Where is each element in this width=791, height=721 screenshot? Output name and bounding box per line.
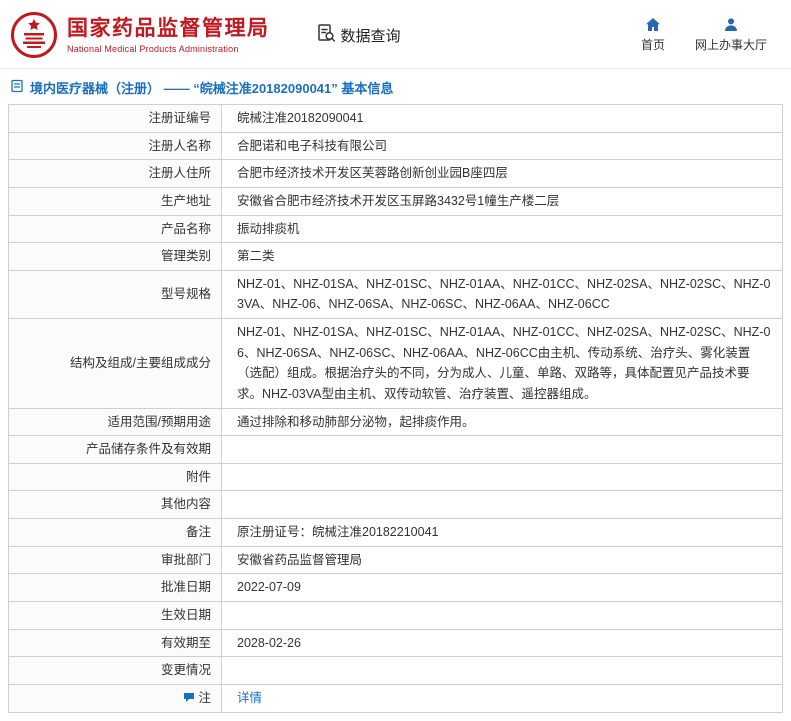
table-row: 型号规格 NHZ-01、NHZ-01SA、NHZ-01SC、NHZ-01AA、NH…: [8, 269, 783, 320]
data-query-nav[interactable]: 数据查询: [316, 23, 401, 47]
table-row: 管理类别 第二类: [8, 242, 783, 271]
row-label: 适用范围/预期用途: [8, 407, 222, 437]
table-row: 注 详情: [8, 683, 783, 714]
document-icon: [10, 79, 24, 96]
row-label: 产品储存条件及有效期: [8, 435, 222, 464]
data-query-label: 数据查询: [340, 27, 401, 45]
table-row: 批准日期 2022-07-09: [8, 573, 783, 602]
row-value: 详情: [221, 683, 783, 714]
row-value: 合肥诺和电子科技有限公司: [221, 131, 783, 161]
row-value: 合肥市经济技术开发区芙蓉路创新创业园B座四层: [221, 159, 783, 188]
row-label: 型号规格: [8, 269, 222, 320]
row-label: 其他内容: [8, 490, 222, 519]
row-label: 有效期至: [8, 628, 222, 658]
row-label: 注: [8, 683, 222, 714]
info-table-body: 注册证编号 皖械注准20182090041 注册人名称 合肥诺和电子科技有限公司 注册人…: [8, 104, 783, 714]
row-label: 注册人住所: [8, 159, 222, 188]
row-label: 管理类别: [8, 242, 222, 271]
row-label: 注册证编号: [8, 104, 222, 133]
nav-service-hall[interactable]: 网上办事大厅: [695, 17, 767, 53]
row-value: [221, 462, 783, 492]
person-icon: [724, 18, 737, 31]
table-row: 适用范围/预期用途 通过排除和移动肺部分泌物，起排痰作用。: [8, 407, 783, 437]
page-title: 境内医疗器械（注册） —— “皖械注准20182090041” 基本信息: [30, 81, 394, 96]
nav-home-label: 首页: [640, 38, 665, 52]
table-row: 其他内容: [8, 490, 783, 519]
row-label: 产品名称: [8, 214, 222, 244]
table-row: 备注 原注册证号：皖械注准20182210041: [8, 518, 783, 547]
row-value: NHZ-01、NHZ-01SA、NHZ-01SC、NHZ-01AA、NHZ-01…: [221, 269, 783, 320]
row-label: 附件: [8, 462, 222, 492]
row-label: 生效日期: [8, 600, 222, 630]
row-value: [221, 600, 783, 630]
brand-block: 国家药品监督管理局 National Medical Products Admi…: [67, 16, 270, 54]
row-label: 批准日期: [8, 573, 222, 602]
info-table-wrap: 注册证编号 皖械注准20182090041 注册人名称 合肥诺和电子科技有限公司 注册人…: [0, 104, 791, 721]
row-label: 审批部门: [8, 545, 222, 575]
row-value: NHZ-01、NHZ-01SA、NHZ-01SC、NHZ-01AA、NHZ-01…: [221, 318, 783, 409]
row-label: 生产地址: [8, 186, 222, 216]
row-value: 安徽省药品监督管理局: [221, 545, 783, 575]
table-row: 附件: [8, 462, 783, 492]
table-row: 有效期至 2028-02-26: [8, 628, 783, 658]
page-header: 国家药品监督管理局 National Medical Products Admi…: [0, 0, 791, 69]
title-bar: 境内医疗器械（注册） —— “皖械注准20182090041” 基本信息: [0, 69, 791, 104]
table-row: 注册证编号 皖械注准20182090041: [8, 104, 783, 133]
row-value: [221, 435, 783, 464]
org-name-cn: 国家药品监督管理局: [67, 16, 270, 40]
row-label: 注册人名称: [8, 131, 222, 161]
note-icon: [183, 689, 195, 710]
detail-link[interactable]: 详情: [237, 691, 262, 705]
registration-info-table: 注册证编号 皖械注准20182090041 注册人名称 合肥诺和电子科技有限公司 注册人…: [8, 104, 783, 714]
table-row: 生效日期: [8, 600, 783, 630]
row-value: 安徽省合肥市经济技术开发区玉屏路3432号1幢生产楼二层: [221, 186, 783, 216]
row-value: [221, 490, 783, 519]
table-row: 产品名称 振动排痰机: [8, 214, 783, 244]
row-value: 第二类: [221, 242, 783, 271]
table-row: 生产地址 安徽省合肥市经济技术开发区玉屏路3432号1幢生产楼二层: [8, 186, 783, 216]
table-row: 注册人名称 合肥诺和电子科技有限公司: [8, 131, 783, 161]
table-row: 产品储存条件及有效期: [8, 435, 783, 464]
row-value: 振动排痰机: [221, 214, 783, 244]
row-value: 皖械注准20182090041: [221, 104, 783, 133]
home-icon: [645, 18, 660, 31]
row-value: 原注册证号：皖械注准20182210041: [221, 518, 783, 547]
row-label: 结构及组成/主要组成成分: [8, 318, 222, 409]
table-row: 注册人住所 合肥市经济技术开发区芙蓉路创新创业园B座四层: [8, 159, 783, 188]
row-label: 备注: [8, 518, 222, 547]
national-emblem-icon: [10, 11, 58, 59]
table-row: 审批部门 安徽省药品监督管理局: [8, 545, 783, 575]
nav-service-hall-label: 网上办事大厅: [694, 38, 767, 52]
row-value: 2022-07-09: [221, 573, 783, 602]
row-label: 变更情况: [8, 656, 222, 685]
table-row: 结构及组成/主要组成成分 NHZ-01、NHZ-01SA、NHZ-01SC、NHZ…: [8, 318, 783, 409]
row-value: [221, 656, 783, 685]
row-value: 通过排除和移动肺部分泌物，起排痰作用。: [221, 407, 783, 437]
row-value: 2028-02-26: [221, 628, 783, 658]
header-nav: 首页 网上办事大厅: [641, 17, 773, 53]
org-name-en: National Medical Products Administration: [67, 44, 239, 55]
nav-home[interactable]: 首页: [641, 17, 665, 53]
table-row: 变更情况: [8, 656, 783, 685]
data-query-icon: [316, 23, 336, 47]
